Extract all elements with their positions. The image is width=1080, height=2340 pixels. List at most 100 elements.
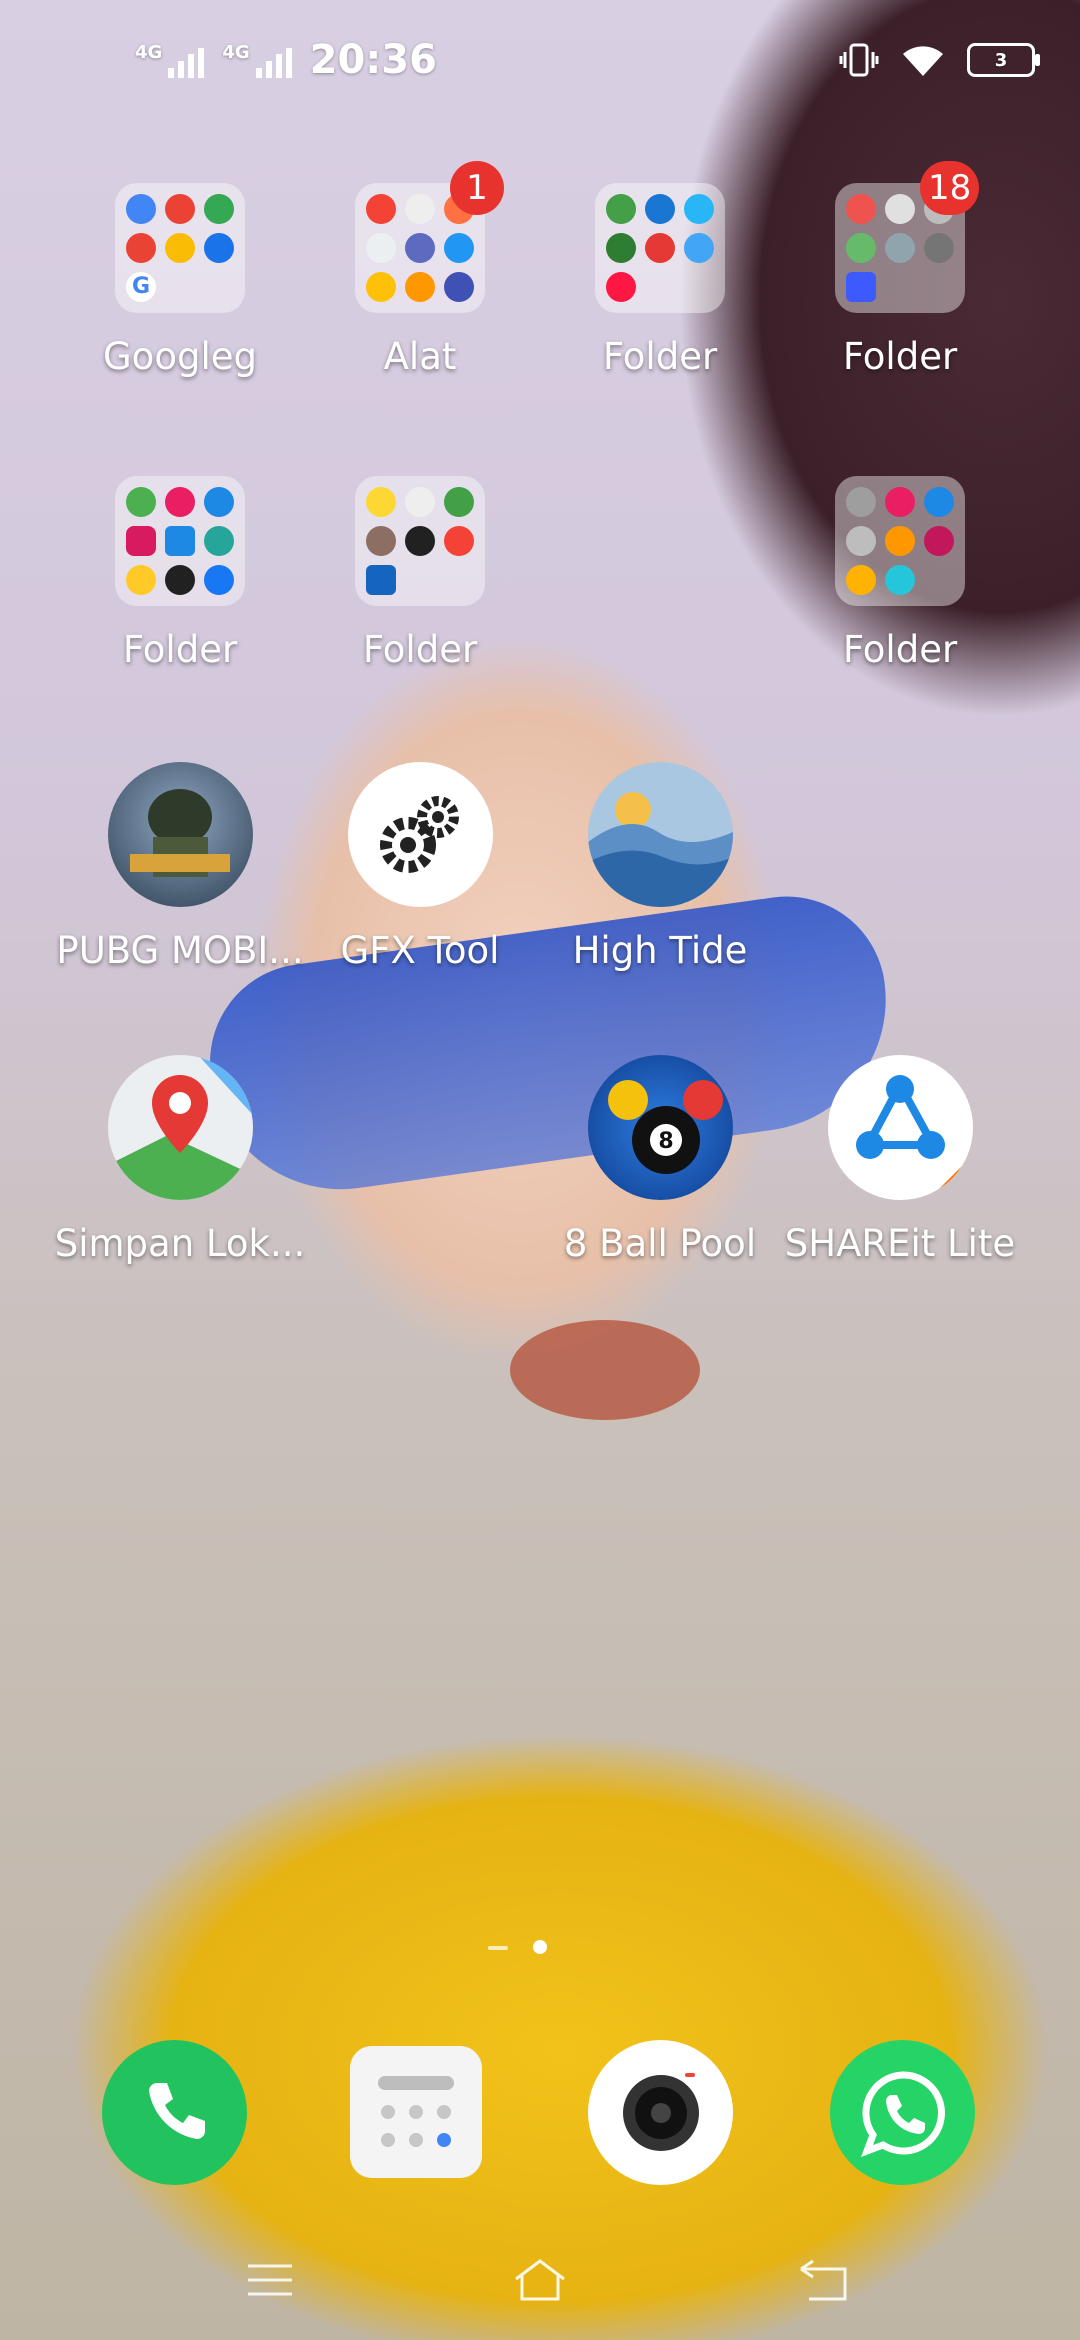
notification-badge: 1 [450, 161, 504, 215]
app-label: SHAREit Lite [784, 1222, 1016, 1265]
home-button[interactable] [510, 2250, 570, 2310]
folder-6[interactable]: Folder [300, 476, 540, 671]
phone-icon [148, 2082, 205, 2139]
app-icon [846, 487, 876, 517]
network-type-sim2: 4G [222, 42, 250, 63]
play-store-icon [204, 526, 234, 556]
play-icon [444, 487, 474, 517]
network-type-sim1: 4G [135, 42, 163, 63]
instagram-icon [126, 526, 156, 556]
folder-alat[interactable]: 1 Alat [300, 161, 540, 378]
folder-3[interactable]: Folder [540, 183, 780, 378]
calendar-icon [405, 194, 435, 224]
mosque-icon [606, 233, 636, 263]
folder-label: Googleg [103, 335, 257, 378]
toggle-icon [405, 233, 435, 263]
youtube-icon [606, 272, 636, 302]
files-icon [405, 272, 435, 302]
app-label: PUBG MOBI... [56, 929, 304, 972]
signal-icon-sim2: 4G [222, 42, 292, 78]
battery-level: 3 [994, 49, 1008, 71]
app-icon [126, 565, 156, 595]
health-icon [366, 194, 396, 224]
folder-preview: G [115, 183, 245, 313]
app-label: 8 Ball Pool [563, 1222, 757, 1265]
folder-4[interactable]: 18 Folder [780, 161, 1020, 378]
folder-preview [835, 476, 965, 606]
weather-icon [366, 487, 396, 517]
cloud-icon [924, 487, 954, 517]
app-gfx-tool[interactable]: GFX Tool [300, 762, 540, 972]
folder-label: Alat [383, 335, 457, 378]
games-icon [366, 233, 396, 263]
folder-preview [595, 183, 725, 313]
app-shareit-lite[interactable]: SHAREit Lite [780, 1055, 1020, 1265]
drive-icon [165, 233, 195, 263]
app-label: GFX Tool [340, 929, 500, 972]
facebook-icon [204, 565, 234, 595]
dock-camera[interactable] [588, 2040, 733, 2185]
home-icon [515, 2259, 565, 2301]
app-label: Simpan Lok... [54, 1222, 306, 1265]
vibrate-icon [839, 43, 879, 77]
dock-calculator[interactable] [350, 2046, 482, 2178]
vivo-icon [444, 272, 474, 302]
whatsapp-icon [860, 2070, 945, 2157]
music-icon [165, 487, 195, 517]
messenger-icon [645, 194, 675, 224]
pubg-icon [107, 762, 253, 907]
app-pubg-mobile[interactable]: PUBG MOBI... [56, 762, 304, 972]
photos-icon [885, 526, 915, 556]
app-label: High Tide [572, 929, 748, 972]
page-indicator-current [533, 1940, 547, 1954]
recents-button[interactable] [240, 2250, 300, 2310]
play-icon [885, 487, 915, 517]
folder-5[interactable]: Folder [60, 476, 300, 671]
compass-icon [846, 194, 876, 224]
gmail-icon [165, 194, 195, 224]
billiard-ball-icon: 8 [587, 1055, 733, 1200]
youtube-icon [645, 233, 675, 263]
page-indicator-search[interactable] [488, 1946, 508, 1950]
folder-label: Folder [842, 335, 958, 378]
browser-icon [204, 487, 234, 517]
youtube-music-icon [126, 233, 156, 263]
store-icon [846, 272, 876, 302]
capcut-icon [405, 526, 435, 556]
maps-icon [846, 233, 876, 263]
wallpaper-detail-mouth [510, 1320, 700, 1420]
lock-icon [846, 526, 876, 556]
app-icon [885, 194, 915, 224]
folder-googleg[interactable]: G Googleg [60, 183, 300, 378]
notification-badge: 18 [920, 161, 980, 215]
dock-whatsapp[interactable] [830, 2040, 975, 2185]
folder-label: Folder [122, 628, 238, 671]
google-icon: G [126, 272, 156, 302]
shield-icon [885, 565, 915, 595]
menu-icon [248, 2264, 292, 2296]
tiktok-icon [165, 565, 195, 595]
pinwheel-icon [846, 565, 876, 595]
back-button[interactable] [795, 2250, 855, 2310]
contacts-icon [165, 526, 195, 556]
dock-phone[interactable] [102, 2040, 247, 2185]
clock: 20:36 [309, 37, 437, 83]
chrome-icon [126, 194, 156, 224]
app-high-tide[interactable]: High Tide [540, 762, 780, 972]
back-icon [800, 2259, 847, 2301]
calculator-icon [378, 2076, 454, 2147]
app-simpan-lokasi[interactable]: Simpan Lok... [55, 1055, 305, 1265]
home-icon [684, 233, 714, 263]
tips-icon [366, 272, 396, 302]
folder-7[interactable]: Folder [780, 476, 1020, 671]
messages-icon [924, 233, 954, 263]
folder-preview [115, 476, 245, 606]
battery-icon: 3 [967, 43, 1040, 77]
app-icon [684, 194, 714, 224]
gallery-icon [366, 565, 396, 595]
folder-label: Folder [842, 628, 958, 671]
folder-label: Folder [602, 335, 718, 378]
app-8-ball-pool[interactable]: 8 8 Ball Pool [540, 1055, 780, 1265]
gear-icon [347, 762, 493, 907]
folder-preview [355, 476, 485, 606]
